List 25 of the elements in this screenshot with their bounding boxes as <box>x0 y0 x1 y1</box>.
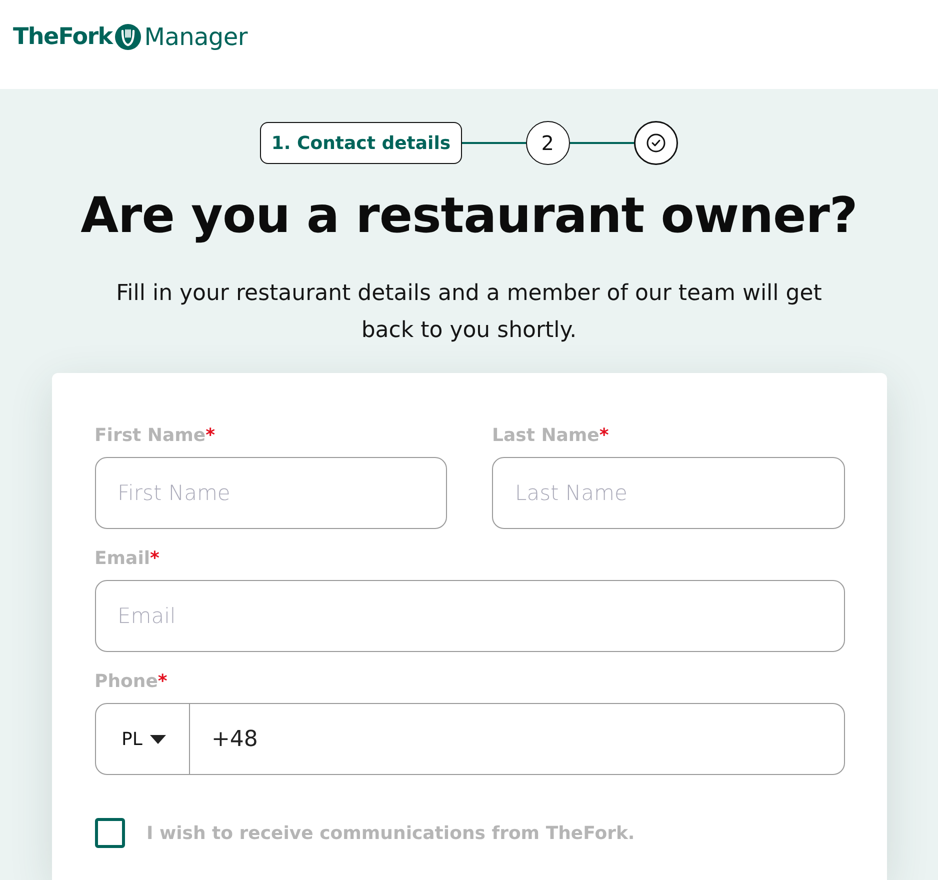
field-label: First Name <box>94 424 206 446</box>
logo-brand-text: TheFork <box>13 24 112 50</box>
consent-label: I wish to receive communications from TheFork. <box>146 822 635 844</box>
step-label: 1. Contact details <box>260 122 462 164</box>
field-label: Last Name <box>492 424 600 446</box>
phone-input[interactable]: +48 <box>190 703 844 775</box>
step-number: 2 <box>526 121 570 165</box>
required-mark: * <box>599 424 609 446</box>
required-mark: * <box>206 424 216 446</box>
caret-icon <box>150 734 166 744</box>
required-mark: * <box>158 670 168 692</box>
step-connector <box>570 142 634 144</box>
country-select[interactable]: PL <box>94 703 190 775</box>
text-input[interactable]: First Name <box>94 457 447 529</box>
page-subtitle: Fill in your restaurant details and a member of our team will get back to you shortly. <box>115 280 823 345</box>
consent-checkbox[interactable] <box>94 818 124 848</box>
fork-logo-icon <box>115 24 142 50</box>
field-label: Email <box>94 548 150 568</box>
required-mark: * <box>150 548 160 568</box>
text-input[interactable]: Last Name <box>492 457 844 529</box>
text-input[interactable]: Email <box>94 580 844 652</box>
step-connector <box>462 142 526 144</box>
field-label: Phone <box>94 670 158 692</box>
logo-product-text: Manager <box>144 22 248 50</box>
page-title: Are you a restaurant owner? <box>80 186 858 246</box>
